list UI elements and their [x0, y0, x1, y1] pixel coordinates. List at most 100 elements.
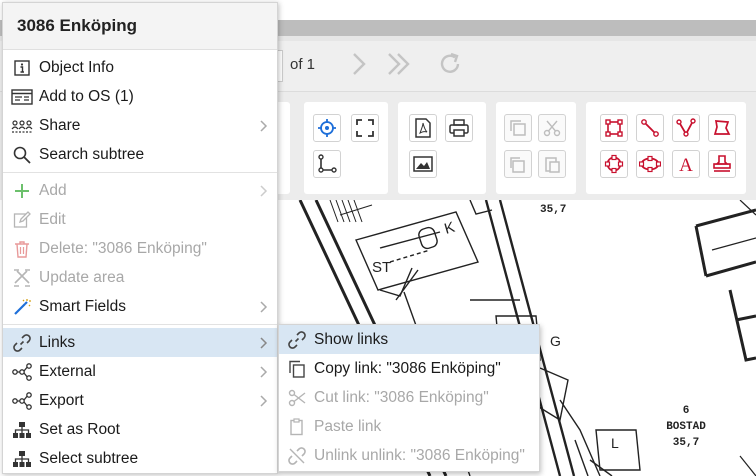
chevron-right-icon: [260, 120, 268, 132]
printer-icon: [449, 119, 469, 137]
fit-to-screen-button[interactable]: [351, 114, 379, 142]
draw-polyline-button[interactable]: [672, 114, 700, 142]
share-users-icon: [11, 116, 33, 136]
pdf-file-icon: [415, 118, 431, 138]
copy-icon: [286, 359, 308, 379]
menu-item-export[interactable]: Export: [3, 386, 277, 415]
submenu-item-cut-link[interactable]: Cut link: "3086 Enköping": [279, 383, 539, 412]
next-page-icon[interactable]: [344, 50, 372, 78]
menu-item-object-info[interactable]: Object Info: [3, 53, 277, 82]
submenu-item-label: Unlink unlink: "3086 Enköping": [314, 446, 525, 464]
network-icon: [11, 362, 33, 382]
line-tool-icon: [641, 119, 659, 137]
submenu-item-unlink[interactable]: Unlink unlink: "3086 Enköping": [279, 441, 539, 470]
id-card-icon: [11, 87, 33, 107]
menu-item-edit[interactable]: Edit: [3, 205, 277, 234]
menu-item-label: Add to OS (1): [39, 87, 134, 105]
last-page-icon[interactable]: [384, 50, 412, 78]
menu-item-label: Add: [39, 181, 67, 199]
link-icon: [11, 333, 33, 353]
menu-item-add[interactable]: Add: [3, 176, 277, 205]
scissors-icon: [543, 120, 561, 137]
chevron-right-icon: [260, 337, 268, 349]
room-label-st: ST: [372, 259, 391, 276]
menu-item-label: Smart Fields: [39, 297, 126, 315]
draw-rectangle-button[interactable]: [600, 114, 628, 142]
link-icon: [286, 330, 308, 350]
hierarchy-icon: [11, 449, 33, 469]
room-label-g-2: G: [550, 333, 561, 349]
menu-item-search-subtree[interactable]: Search subtree: [3, 140, 277, 169]
polyline-tool-icon: [676, 118, 696, 137]
draw-circle-button[interactable]: [600, 150, 628, 178]
circle-tool-icon: [604, 154, 624, 174]
paste-object-button[interactable]: [504, 150, 532, 178]
plus-icon: [11, 181, 33, 201]
draw-ellipse-button[interactable]: [636, 150, 664, 178]
hierarchy-icon: [11, 420, 33, 440]
paste-icon: [510, 157, 525, 173]
room-label-k: K: [442, 219, 456, 238]
chevron-right-icon: [260, 185, 268, 197]
submenu-item-show-links[interactable]: Show links: [279, 325, 539, 354]
menu-item-add-to-os[interactable]: Add to OS (1): [3, 82, 277, 111]
angle-measure-icon: [318, 154, 337, 173]
draw-text-button[interactable]: A: [672, 150, 700, 178]
paste-special-button[interactable]: [538, 150, 566, 178]
copy-object-button[interactable]: [504, 114, 532, 142]
dimension-label-top: 35,7: [540, 204, 566, 216]
menu-item-label: Set as Root: [39, 420, 120, 438]
menu-item-smart-fields[interactable]: Smart Fields: [3, 292, 277, 321]
page-count-label: of 1: [290, 56, 316, 73]
image-export-button[interactable]: [409, 150, 437, 178]
links-submenu: Show links Copy link: "3086 Enköping" Cu…: [278, 324, 540, 472]
crosshair-icon: [318, 119, 336, 137]
polygon-tool-icon: [713, 120, 731, 135]
print-button[interactable]: [445, 114, 473, 142]
scissors-icon: [286, 388, 308, 408]
refresh-icon[interactable]: [436, 50, 464, 78]
toolbar-group-clipboard: [496, 102, 576, 194]
export-pdf-button[interactable]: [409, 114, 437, 142]
submenu-item-label: Copy link: "3086 Enköping": [314, 359, 501, 377]
menu-item-label: Select subtree: [39, 449, 139, 467]
menu-item-label: Delete: "3086 Enköping": [39, 239, 207, 257]
room-area-label: 35,7: [673, 437, 699, 449]
stamp-icon: [713, 155, 731, 172]
rectangle-tool-icon: [605, 119, 623, 137]
unlink-icon: [286, 446, 308, 466]
submenu-item-copy-link[interactable]: Copy link: "3086 Enköping": [279, 354, 539, 383]
menu-item-select-subtree[interactable]: Select subtree: [3, 444, 277, 473]
chevron-right-icon: [260, 395, 268, 407]
paste-icon: [286, 417, 308, 437]
menu-item-label: External: [39, 362, 96, 380]
room-number-label: 6: [683, 405, 690, 417]
draw-line-button[interactable]: [636, 114, 664, 142]
measure-button[interactable]: [313, 150, 341, 178]
menu-separator: [3, 324, 277, 325]
expand-icon: [356, 119, 374, 137]
menu-item-update-area[interactable]: Update area: [3, 263, 277, 292]
trash-icon: [11, 239, 33, 259]
submenu-item-paste-link[interactable]: Paste link: [279, 412, 539, 441]
submenu-item-label: Show links: [314, 330, 389, 348]
draw-polygon-button[interactable]: [708, 114, 736, 142]
menu-item-set-as-root[interactable]: Set as Root: [3, 415, 277, 444]
menu-item-share[interactable]: Share: [3, 111, 277, 140]
chevron-right-icon: [260, 366, 268, 378]
context-menu: 3086 Enköping Object Info Add to OS (1) …: [2, 2, 278, 474]
locate-button[interactable]: [313, 114, 341, 142]
stamp-tool-button[interactable]: [708, 150, 736, 178]
menu-item-links[interactable]: Links: [3, 328, 277, 357]
menu-item-label: Export: [39, 391, 84, 409]
menu-item-label: Search subtree: [39, 145, 145, 163]
network-icon: [11, 391, 33, 411]
menu-separator: [3, 172, 277, 173]
toolbar-group-drawing-tools: A: [586, 102, 746, 194]
menu-item-label: Update area: [39, 268, 125, 286]
menu-item-delete[interactable]: Delete: "3086 Enköping": [3, 234, 277, 263]
copy-icon: [510, 120, 526, 136]
cut-object-button[interactable]: [538, 114, 566, 142]
update-area-icon: [11, 268, 33, 288]
menu-item-external[interactable]: External: [3, 357, 277, 386]
